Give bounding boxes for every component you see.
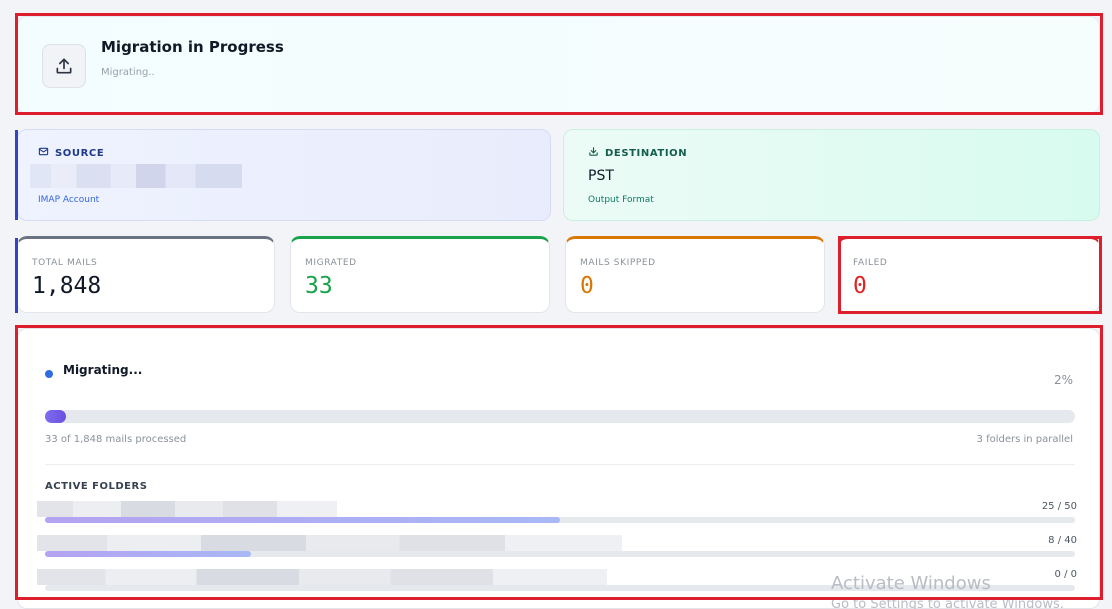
destination-label: DESTINATION	[588, 146, 687, 160]
progress-bar	[45, 410, 1075, 423]
divider	[45, 464, 1075, 465]
parallel-info: 3 folders in parallel	[976, 434, 1073, 445]
progress-status: Migrating...	[63, 363, 143, 377]
stat-value: 0	[853, 273, 867, 299]
windows-watermark-title: Activate Windows	[831, 573, 991, 594]
progress-bar-fill	[45, 410, 66, 423]
migration-page: Migration in Progress Migrating.. SOURCE…	[0, 0, 1112, 609]
destination-format-label: Output Format	[588, 195, 654, 205]
source-panel: SOURCE IMAP Account	[17, 129, 551, 221]
source-account-redacted	[30, 164, 242, 188]
active-folders-title: ACTIVE FOLDERS	[45, 481, 148, 492]
stat-failed: FAILED 0	[838, 236, 1100, 313]
source-label: SOURCE	[38, 146, 104, 160]
progress-card: Migrating... 2% 33 of 1,848 mails proces…	[17, 328, 1100, 609]
stat-value: 33	[305, 273, 333, 299]
folder-name-redacted	[37, 569, 607, 585]
windows-watermark-subtitle: Go to Settings to activate Windows.	[831, 597, 1064, 609]
download-icon	[588, 146, 599, 160]
page-subtitle: Migrating..	[101, 67, 155, 78]
stat-label: MIGRATED	[305, 258, 357, 268]
folder-count: 0 / 0	[1054, 569, 1077, 580]
stat-mails-skipped: MAILS SKIPPED 0	[565, 236, 825, 313]
progress-percent: 2%	[1053, 373, 1073, 387]
folder-row: 8 / 40	[37, 535, 1077, 563]
stat-value: 1,848	[32, 273, 102, 299]
stat-label: MAILS SKIPPED	[580, 258, 656, 268]
destination-panel: DESTINATION PST Output Format	[563, 129, 1100, 221]
folder-progress-fill	[45, 517, 560, 523]
destination-format: PST	[588, 168, 614, 184]
page-title: Migration in Progress	[101, 38, 284, 56]
stat-migrated: MIGRATED 33	[290, 236, 550, 313]
header-card: Migration in Progress Migrating..	[17, 16, 1100, 114]
folder-name-redacted	[37, 535, 622, 551]
stat-label: FAILED	[853, 258, 888, 268]
upload-icon	[42, 44, 86, 88]
status-dot-icon	[45, 370, 53, 378]
folder-progress-bar	[45, 551, 1075, 557]
folder-count: 25 / 50	[1041, 501, 1077, 512]
mail-icon	[38, 146, 49, 160]
folder-progress-bar	[45, 517, 1075, 523]
folder-name-redacted	[37, 501, 337, 517]
stat-total-mails: TOTAL MAILS 1,848	[17, 236, 275, 313]
folder-count: 8 / 40	[1048, 535, 1077, 546]
folder-row: 25 / 50	[37, 501, 1077, 529]
folder-progress-fill	[45, 551, 251, 557]
processed-count: 33 of 1,848 mails processed	[45, 434, 187, 445]
stat-label: TOTAL MAILS	[32, 258, 98, 268]
stat-value: 0	[580, 273, 594, 299]
source-account-type: IMAP Account	[38, 195, 100, 205]
